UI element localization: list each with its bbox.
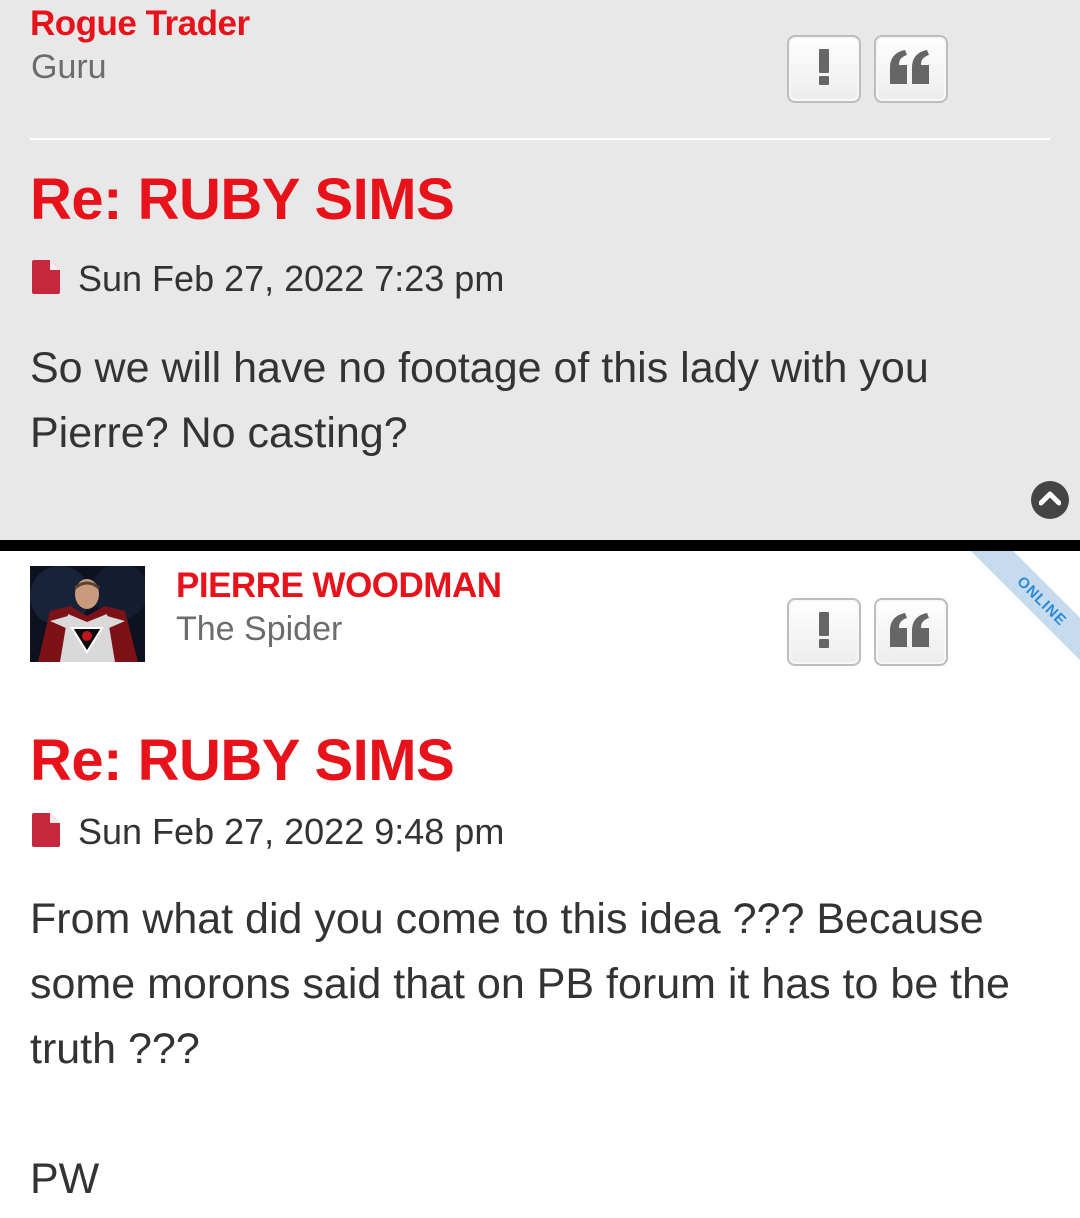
post-paragraph: So we will have no footage of this lady … (30, 344, 929, 457)
post-file-icon[interactable] (32, 259, 60, 299)
post-signature: PW (30, 1155, 100, 1203)
exclamation-icon (817, 48, 831, 90)
post-author[interactable]: Rogue Trader (30, 4, 250, 44)
post-date: Sun Feb 27, 2022 7:23 pm (78, 258, 505, 299)
post-rogue-trader: Rogue Trader Guru Re: RUBY SIMS Sun Feb … (0, 0, 1080, 540)
post-author[interactable]: PIERRE WOODMAN (176, 566, 502, 606)
divider-line (30, 138, 1050, 140)
avatar[interactable] (30, 566, 145, 662)
back-to-top-button[interactable] (1031, 481, 1069, 519)
exclamation-icon (817, 611, 831, 653)
quote-icon (890, 49, 932, 89)
post-content: From what did you come to this idea ??? … (30, 887, 1040, 1212)
quote-button[interactable] (874, 598, 948, 666)
online-badge: ONLINE (967, 551, 1080, 676)
post-file-icon[interactable] (32, 812, 60, 852)
chevron-up-icon (1038, 490, 1062, 511)
post-author-rank: The Spider (176, 610, 343, 648)
post-author-rank: Guru (31, 48, 107, 86)
quote-icon (890, 612, 932, 652)
report-button[interactable] (787, 35, 861, 103)
post-paragraph (30, 1082, 1040, 1147)
post-date-row: Sun Feb 27, 2022 7:23 pm (32, 258, 504, 300)
report-button[interactable] (787, 598, 861, 666)
post-title[interactable]: Re: RUBY SIMS (30, 166, 455, 233)
post-pierre-woodman: ONLINE PIERRE WOODMAN The Spider Re: RUB… (0, 551, 1080, 1218)
post-separator (0, 540, 1080, 551)
post-content: So we will have no footage of this lady … (30, 336, 1040, 466)
post-paragraph: From what did you come to this idea ??? … (30, 895, 1010, 1073)
post-date-row: Sun Feb 27, 2022 9:48 pm (32, 811, 504, 853)
post-date: Sun Feb 27, 2022 9:48 pm (78, 811, 505, 852)
quote-button[interactable] (874, 35, 948, 103)
post-title[interactable]: Re: RUBY SIMS (30, 727, 455, 794)
